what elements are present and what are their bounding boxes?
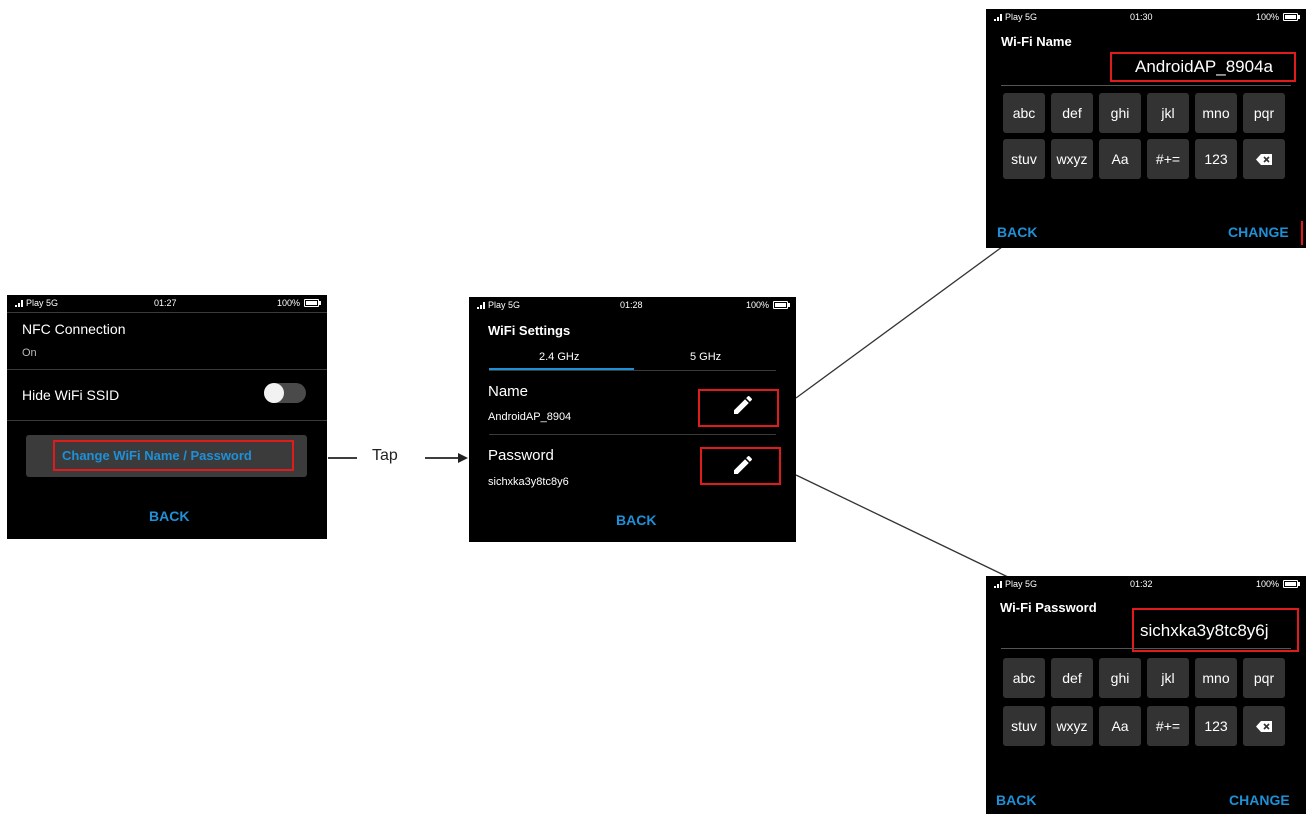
page-title: Wi-Fi Password [1000,600,1097,615]
signal-icon [477,301,485,309]
change-button[interactable]: CHANGE [1228,224,1289,240]
battery-icon [1283,580,1300,588]
key-ghi[interactable]: ghi [1099,93,1141,133]
battery-icon [1283,13,1300,21]
key-pqr[interactable]: pqr [1243,93,1285,133]
key-mno[interactable]: mno [1195,93,1237,133]
screen-wifi-name-edit: Play 5G 01:30 100% Wi-Fi Name AndroidAP_… [986,9,1306,248]
change-button[interactable]: CHANGE [1229,792,1290,808]
key-symbols[interactable]: #+= [1147,706,1189,746]
clock: 01:27 [154,298,177,308]
key-stuv[interactable]: stuv [1003,139,1045,179]
back-button[interactable]: BACK [996,792,1036,808]
clock: 01:30 [1130,12,1153,22]
key-stuv[interactable]: stuv [1003,706,1045,746]
key-wxyz[interactable]: wxyz [1051,706,1093,746]
clock: 01:28 [620,300,643,310]
key-symbols[interactable]: #+= [1147,139,1189,179]
key-backspace[interactable] [1243,706,1285,746]
signal-icon [994,13,1002,21]
key-abc[interactable]: abc [1003,658,1045,698]
page-title: WiFi Settings [488,323,571,338]
tap-label: Tap [372,447,398,464]
name-value: AndroidAP_8904 [488,411,572,423]
backspace-icon [1256,720,1272,732]
toggle-knob [264,383,284,403]
key-123[interactable]: 123 [1195,706,1237,746]
focus-marker [1301,221,1303,245]
key-backspace[interactable] [1243,139,1285,179]
key-aa[interactable]: Aa [1099,706,1141,746]
nfc-value: On [22,347,37,359]
hide-ssid-toggle[interactable] [264,383,306,403]
tab-5ghz[interactable]: 5 GHz [690,351,721,363]
backspace-icon [1256,153,1272,165]
key-aa[interactable]: Aa [1099,139,1141,179]
key-mno[interactable]: mno [1195,658,1237,698]
battery-icon [304,299,321,307]
key-def[interactable]: def [1051,658,1093,698]
status-bar: Play 5G 01:30 100% [986,9,1306,25]
tab-2-4ghz[interactable]: 2.4 GHz [539,351,579,363]
back-button[interactable]: BACK [997,224,1037,240]
screen-wifi-settings: Play 5G 01:28 100% WiFi Settings 2.4 GHz… [469,297,796,542]
battery-icon [773,301,790,309]
wifi-name-value: AndroidAP_8904a [1135,57,1274,76]
password-value: sichxka3y8tc8y6 [488,476,569,488]
key-jkl[interactable]: jkl [1147,658,1189,698]
screen-wifi-password-edit: Play 5G 01:32 100% Wi-Fi Password sichxk… [986,576,1306,814]
key-def[interactable]: def [1051,93,1093,133]
name-label: Name [488,383,529,400]
wifi-password-value: sichxka3y8tc8y6j [1140,621,1269,640]
key-jkl[interactable]: jkl [1147,93,1189,133]
page-title: Wi-Fi Name [1001,34,1072,49]
pencil-icon [734,395,753,414]
key-ghi[interactable]: ghi [1099,658,1141,698]
signal-icon [994,580,1002,588]
status-bar: Play 5G 01:28 100% [469,297,796,313]
nfc-title: NFC Connection [22,321,126,337]
pencil-icon [734,455,753,474]
key-pqr[interactable]: pqr [1243,658,1285,698]
key-wxyz[interactable]: wxyz [1051,139,1093,179]
clock: 01:32 [1130,579,1153,589]
status-bar: Play 5G 01:27 100% [7,295,327,311]
screen-nfc-settings: Play 5G 01:27 100% NFC Connection On Hid… [7,295,327,539]
key-abc[interactable]: abc [1003,93,1045,133]
status-bar: Play 5G 01:32 100% [986,576,1306,592]
back-button[interactable]: BACK [616,512,656,528]
key-123[interactable]: 123 [1195,139,1237,179]
highlight-box [53,440,294,471]
hide-ssid-label: Hide WiFi SSID [22,387,120,403]
password-label: Password [488,447,554,464]
signal-icon [15,299,23,307]
back-button[interactable]: BACK [149,508,189,524]
